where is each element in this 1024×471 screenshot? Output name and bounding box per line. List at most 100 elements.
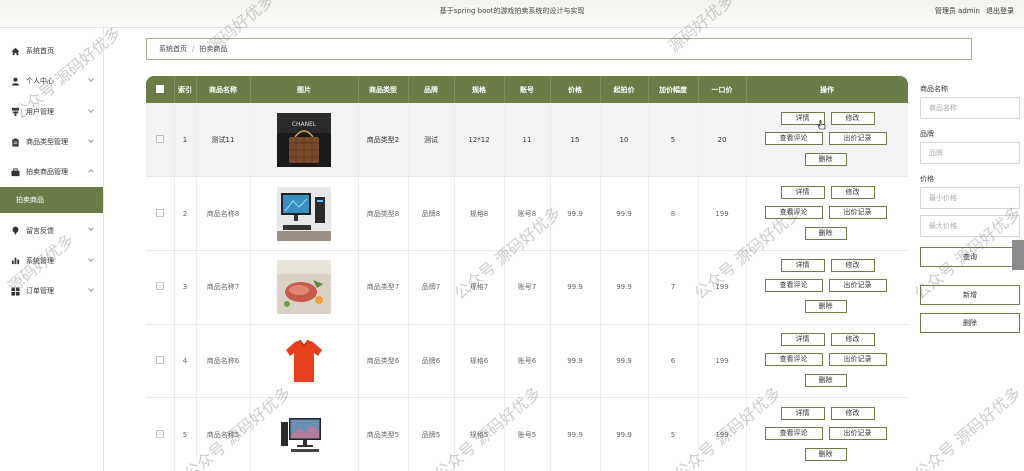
row-checkbox[interactable]	[155, 134, 164, 143]
add-button[interactable]: 新增	[920, 285, 1020, 305]
cell-buyout: 199	[698, 176, 747, 251]
cell-actions: 详情 修改 查看评论 出价记录 删除	[746, 250, 908, 325]
cell-actions: 详情 修改 查看评论 出价记录 删除	[746, 324, 908, 398]
select-all-checkbox[interactable]	[155, 84, 164, 93]
bid-records-button[interactable]: 出价记录	[828, 131, 887, 145]
product-image-food[interactable]	[277, 260, 331, 315]
bid-records-button[interactable]: 出价记录	[828, 205, 887, 219]
view-reviews-button[interactable]: 查看评论	[764, 131, 823, 145]
col-name: 商品名称	[196, 76, 251, 103]
product-image-desktop[interactable]	[277, 407, 331, 462]
detail-button[interactable]: 详情	[780, 332, 825, 346]
edit-button[interactable]: 修改	[830, 406, 875, 420]
cell-name: 商品名称8	[196, 176, 251, 251]
table-header-row: 索引 商品名称 图片 商品类型 品牌 规格 账号 价格 起拍价 加价幅度 一口价…	[146, 76, 908, 103]
cell-image	[250, 397, 359, 471]
sidebar-item-profile[interactable]: 个人中心	[0, 66, 103, 96]
detail-button[interactable]: 详情	[780, 406, 825, 420]
chevron-down-icon	[88, 255, 94, 262]
cell-start-price: 99.9	[600, 176, 649, 251]
scroll-handle[interactable]	[1012, 240, 1024, 270]
table-row[interactable]: 1 测试11 CHANEL 商品类型2 测试 12*12 11 15 10 5 …	[146, 103, 908, 177]
bid-records-button[interactable]: 出价记录	[828, 352, 887, 366]
view-reviews-button[interactable]: 查看评论	[764, 426, 823, 440]
search-panel: 商品名称 品牌 价格 查询 新增 删除	[920, 78, 1024, 333]
row-checkbox[interactable]	[155, 355, 164, 364]
edit-button[interactable]: 修改	[830, 259, 875, 273]
grid-icon	[10, 286, 20, 296]
detail-button[interactable]: 详情	[780, 259, 825, 273]
name-filter-input[interactable]	[920, 97, 1020, 119]
pin-icon	[10, 226, 20, 236]
query-button[interactable]: 查询	[920, 247, 1020, 267]
delete-button[interactable]: 删除	[804, 300, 847, 314]
cell-spec: 规格8	[454, 176, 505, 251]
app-title: 基于spring boot的游戏拍卖系统的设计与实现	[439, 7, 585, 15]
cell-image: CHANEL	[250, 103, 359, 177]
cell-index: 1	[174, 103, 197, 177]
delete-button[interactable]: 删除	[804, 447, 847, 461]
brand-filter-input[interactable]	[920, 142, 1020, 164]
view-reviews-button[interactable]: 查看评论	[764, 205, 823, 219]
product-image-shirt[interactable]	[277, 333, 331, 388]
edit-button[interactable]: 修改	[830, 111, 875, 125]
logout-link[interactable]: 退出登录	[986, 6, 1014, 16]
edit-button[interactable]: 修改	[830, 332, 875, 346]
table-row[interactable]: 5 商品名称5 商品类型5 品牌5 规格5 账号5 99.9 99.9 5 19…	[146, 397, 908, 471]
col-spec: 规格	[454, 76, 505, 103]
bid-records-button[interactable]: 出价记录	[828, 426, 887, 440]
delete-button[interactable]: 删除	[804, 226, 847, 240]
table-row[interactable]: 4 商品名称6 商品类型6 品牌6 规格6 账号6 99.9 99.9 6 19…	[146, 324, 908, 398]
delete-button[interactable]: 删除	[804, 152, 847, 166]
sidebar-item-system[interactable]: 系统管理	[0, 246, 103, 276]
bid-records-button[interactable]: 出价记录	[828, 279, 887, 293]
cell-actions: 详情 修改 查看评论 出价记录 删除	[746, 397, 908, 471]
sidebar-item-users[interactable]: 用户管理	[0, 97, 103, 127]
view-reviews-button[interactable]: 查看评论	[764, 352, 823, 366]
user-manage-icon	[10, 107, 20, 117]
cell-increment: 7	[648, 250, 699, 325]
sidebar-item-home[interactable]: 系统首页	[0, 36, 103, 66]
view-reviews-button[interactable]: 查看评论	[764, 279, 823, 293]
table-row[interactable]: 3 商品名称7 商品类型7 品牌7 规格7 账号7 99.9 99.9 7 19…	[146, 250, 908, 325]
delete-button[interactable]: 删除	[804, 373, 847, 387]
auction-icon	[10, 167, 20, 177]
sidebar-item-feedback[interactable]: 留言反馈	[0, 215, 103, 245]
edit-button[interactable]: 修改	[830, 185, 875, 199]
cell-name: 商品名称6	[196, 324, 251, 398]
table-row[interactable]: 2 商品名称8 商品类型8 品牌8 规格8 账号8 99.9 99.9 8 19…	[146, 176, 908, 251]
select-all-cell[interactable]	[146, 76, 175, 103]
product-image-computer[interactable]	[277, 186, 331, 241]
sidebar-item-auction-goods[interactable]: 拍卖商品管理	[0, 157, 103, 187]
cell-brand: 品牌6	[408, 324, 455, 398]
row-checkbox[interactable]	[155, 208, 164, 217]
row-checkbox[interactable]	[155, 282, 164, 291]
cell-actions: 详情 修改 查看评论 出价记录 删除	[746, 103, 908, 177]
batch-delete-button[interactable]: 删除	[920, 313, 1020, 333]
cell-type: 商品类型7	[358, 250, 409, 325]
min-price-input[interactable]	[920, 187, 1020, 209]
cell-type: 商品类型8	[358, 176, 409, 251]
max-price-input[interactable]	[920, 215, 1020, 237]
cell-price: 99.9	[550, 324, 601, 398]
chevron-up-icon	[88, 169, 94, 176]
breadcrumb-home[interactable]: 系统首页	[159, 44, 187, 54]
col-buyout: 一口价	[698, 76, 747, 103]
home-icon	[10, 46, 20, 56]
brand-filter-label: 品牌	[920, 130, 934, 138]
sidebar-item-product-types[interactable]: 商品类型管理	[0, 127, 103, 157]
detail-button[interactable]: 详情	[780, 185, 825, 199]
product-image-handbag[interactable]: CHANEL	[277, 112, 331, 167]
row-checkbox[interactable]	[155, 429, 164, 438]
svg-text:CHANEL: CHANEL	[292, 121, 317, 128]
chevron-down-icon	[88, 225, 94, 232]
sidebar-item-orders[interactable]: 订单管理	[0, 276, 103, 306]
sidebar-item-label: 拍卖商品管理	[26, 168, 68, 177]
breadcrumb-current: 拍卖商品	[199, 45, 228, 53]
cell-spec: 规格6	[454, 324, 505, 398]
col-account: 账号	[504, 76, 551, 103]
cell-buyout: 199	[698, 324, 747, 398]
hand-cursor-icon	[818, 120, 826, 130]
cell-increment: 5	[648, 103, 699, 177]
submenu-item-auction-goods[interactable]: 拍卖商品	[0, 187, 103, 214]
